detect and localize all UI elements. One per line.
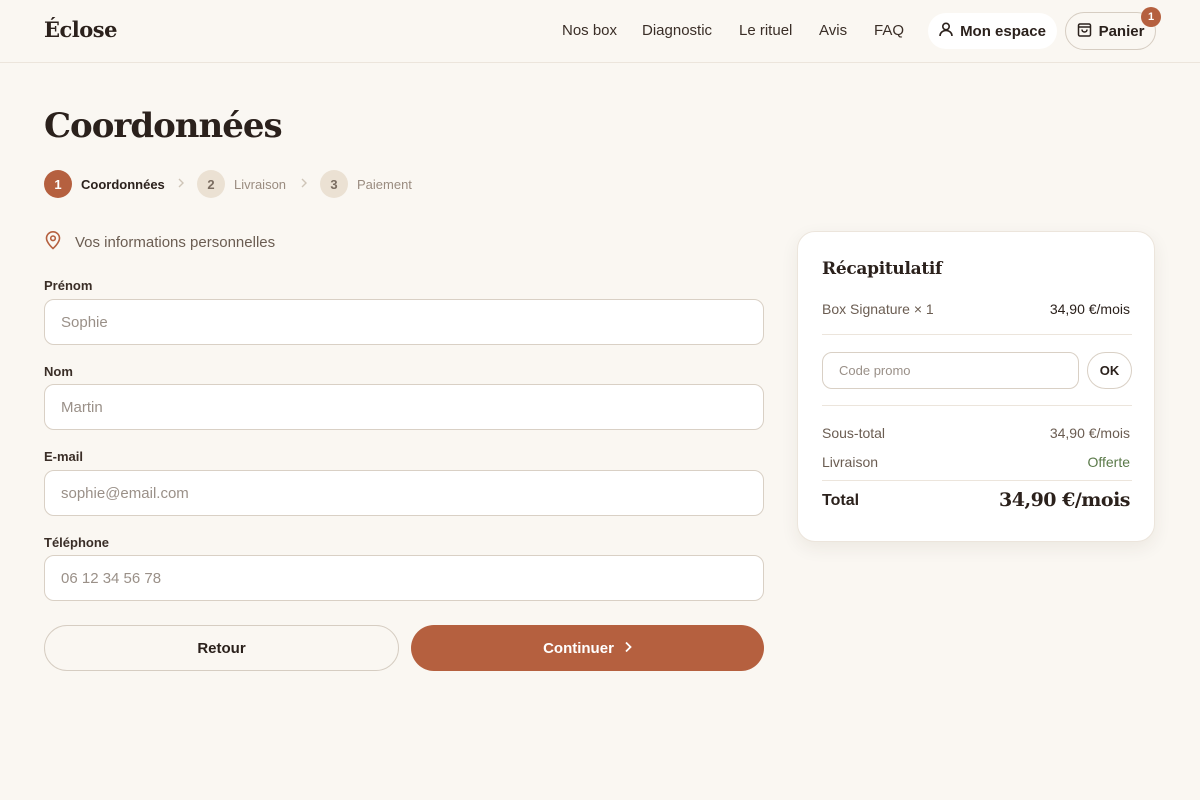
shipping-label: Livraison xyxy=(822,454,879,470)
phone-input[interactable] xyxy=(44,555,764,601)
step-number: 2 xyxy=(197,170,225,198)
subtotal-value: 34,90 €/mois xyxy=(1049,425,1130,441)
continue-button[interactable]: Continuer xyxy=(411,625,764,671)
email-input[interactable] xyxy=(44,470,764,516)
nav-link-nos-box[interactable]: Nos box xyxy=(562,22,617,39)
step-label: Coordonnées xyxy=(81,176,165,192)
phone-label: Téléphone xyxy=(44,535,110,550)
site-header: Éclose Nos box Diagnostic Le rituel Avis… xyxy=(0,0,1200,63)
section-heading: Vos informations personnelles xyxy=(44,230,275,254)
step-number: 1 xyxy=(44,170,72,198)
email-label: E-mail xyxy=(44,449,84,464)
user-icon xyxy=(939,21,953,41)
account-label: Mon espace xyxy=(960,22,1046,40)
map-pin-icon xyxy=(44,230,62,254)
divider xyxy=(822,334,1132,335)
apply-promo-button[interactable]: OK xyxy=(1087,352,1132,389)
divider xyxy=(822,480,1132,481)
page-title: Coordonnées xyxy=(44,106,283,146)
shipping-value: Offerte xyxy=(1087,454,1130,470)
cart-label: Panier xyxy=(1098,22,1145,40)
subtotal-label: Sous-total xyxy=(822,425,886,441)
section-title: Vos informations personnelles xyxy=(75,233,276,251)
promo-code-input[interactable] xyxy=(822,352,1079,389)
continue-label: Continuer xyxy=(543,639,614,657)
chevron-right-icon xyxy=(301,178,307,188)
step-number: 3 xyxy=(320,170,348,198)
step-paiement[interactable]: 3 Paiement xyxy=(320,170,412,198)
summary-item-price: 34,90 €/mois xyxy=(1049,301,1130,317)
account-button[interactable]: Mon espace xyxy=(928,13,1057,49)
divider xyxy=(822,405,1132,406)
chevron-right-icon xyxy=(178,178,184,188)
brand-logo[interactable]: Éclose xyxy=(44,17,117,42)
nav-link-le-rituel[interactable]: Le rituel xyxy=(739,22,792,39)
first-name-input[interactable] xyxy=(44,299,764,345)
step-label: Livraison xyxy=(234,176,287,192)
summary-title: Récapitulatif xyxy=(822,259,943,279)
chevron-right-icon xyxy=(624,640,632,657)
nav-link-avis[interactable]: Avis xyxy=(819,22,847,39)
nav-link-diagnostic[interactable]: Diagnostic xyxy=(642,22,712,39)
total-label: Total xyxy=(822,492,860,509)
last-name-label: Nom xyxy=(44,364,73,379)
step-label: Paiement xyxy=(357,176,412,192)
last-name-input[interactable] xyxy=(44,384,764,430)
summary-item-name: Box Signature × 1 xyxy=(822,301,934,317)
step-livraison[interactable]: 2 Livraison xyxy=(197,170,286,198)
first-name-label: Prénom xyxy=(44,278,93,293)
nav-link-faq[interactable]: FAQ xyxy=(874,22,904,39)
step-coordonnees[interactable]: 1 Coordonnées xyxy=(44,170,165,198)
shopping-bag-icon xyxy=(1077,22,1092,41)
total-value: 34,90 €/mois xyxy=(999,489,1130,511)
cart-count-badge: 1 xyxy=(1141,7,1161,27)
back-button[interactable]: Retour xyxy=(44,625,399,671)
order-summary-card: Récapitulatif Box Signature × 1 34,90 €/… xyxy=(797,231,1155,542)
